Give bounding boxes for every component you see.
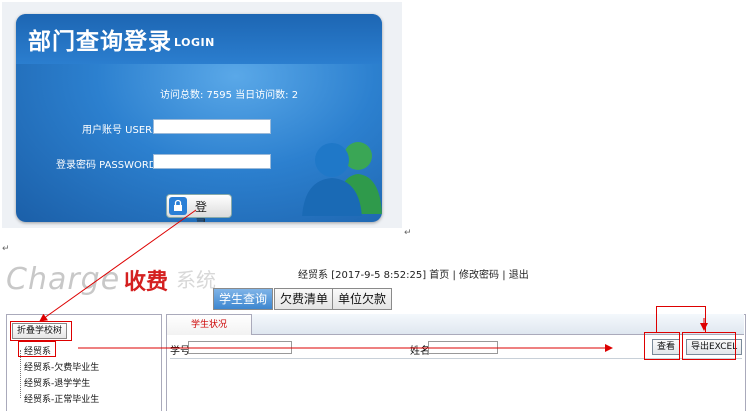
login-button[interactable]: 登 录	[166, 194, 232, 222]
tab-student-status[interactable]: 学生状况	[166, 314, 252, 335]
separator: |	[452, 270, 456, 281]
tree-item[interactable]: 经贸系-退学学生	[24, 376, 90, 389]
tree-connector	[20, 350, 21, 398]
separator: |	[502, 270, 506, 281]
users-icon	[302, 142, 382, 216]
home-link[interactable]: 首页	[429, 270, 449, 281]
user-input[interactable]	[153, 119, 271, 134]
lock-icon	[169, 197, 187, 215]
logo-cn-suffix: 系统	[176, 268, 216, 292]
student-id-input[interactable]	[188, 341, 292, 354]
annotation-connector	[656, 306, 706, 333]
annotation-highlight	[682, 332, 736, 360]
password-input[interactable]	[153, 154, 271, 169]
paragraph-mark: ↵	[2, 244, 10, 254]
change-password-link[interactable]: 修改密码	[459, 270, 499, 281]
login-title-en: LOGIN	[174, 36, 215, 49]
tab-student-query[interactable]: 学生查询	[213, 288, 274, 310]
tree-item[interactable]: 经贸系-欠费毕业生	[24, 360, 99, 373]
department-name: 经贸系	[298, 270, 328, 281]
top-info-bar: 经贸系 [2017-9-5 8:52:25] 首页 | 修改密码 | 退出	[298, 266, 529, 281]
name-label: 姓名	[410, 346, 430, 357]
login-timestamp: [2017-9-5 8:52:25]	[331, 270, 427, 281]
result-area	[170, 358, 742, 411]
login-button-label: 登 录	[195, 200, 212, 222]
tab-arrears-list[interactable]: 欠费清单	[274, 288, 335, 310]
login-panel: 部门查询登录 LOGIN 访问总数: 7595 当日访问数: 2 用户账号 US…	[16, 14, 382, 222]
name-input[interactable]	[428, 341, 498, 354]
paragraph-mark: ↵	[404, 228, 412, 238]
user-label: 用户账号 USER:	[82, 125, 156, 136]
login-title: 部门查询登录	[28, 29, 172, 55]
student-id-label: 学号	[170, 346, 190, 357]
logout-link[interactable]: 退出	[509, 270, 529, 281]
logo-charge-text: Charge	[6, 262, 121, 297]
annotation-highlight	[18, 341, 56, 357]
visit-stats: 访问总数: 7595 当日访问数: 2	[160, 90, 299, 101]
tree-item[interactable]: 经贸系-正常毕业生	[24, 392, 99, 405]
password-label: 登录密码 PASSWORD:	[56, 160, 160, 171]
annotation-highlight	[644, 332, 680, 360]
annotation-highlight	[10, 321, 72, 341]
logo-cn-text: 收费	[124, 270, 169, 295]
tab-unit-arrears[interactable]: 单位欠款	[332, 288, 393, 310]
